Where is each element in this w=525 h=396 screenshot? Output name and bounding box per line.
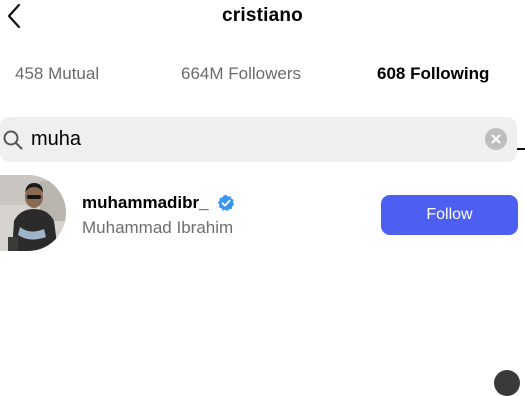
search-icon [3, 130, 23, 150]
tab-following[interactable]: 608 Following [377, 64, 489, 84]
verified-badge-icon [217, 194, 235, 212]
username-line: muhammadibr_ [82, 193, 235, 217]
tab-bar: 458 Mutual 664M Followers 608 Following [0, 50, 525, 150]
follow-button[interactable]: Follow [381, 195, 518, 235]
floating-button[interactable] [494, 370, 520, 396]
search-bar [0, 117, 517, 162]
page-title: cristiano [222, 5, 303, 26]
username[interactable]: muhammadibr_ [82, 193, 209, 212]
avatar[interactable] [0, 175, 66, 251]
avatar-photo [0, 175, 66, 251]
tab-followers[interactable]: 664M Followers [181, 64, 301, 84]
clear-icon[interactable] [485, 128, 507, 150]
full-name: Muhammad Ibrahim [82, 218, 234, 237]
search-input[interactable] [31, 125, 451, 153]
header-bar: cristiano [0, 0, 525, 36]
tab-mutual[interactable]: 458 Mutual [15, 64, 99, 84]
